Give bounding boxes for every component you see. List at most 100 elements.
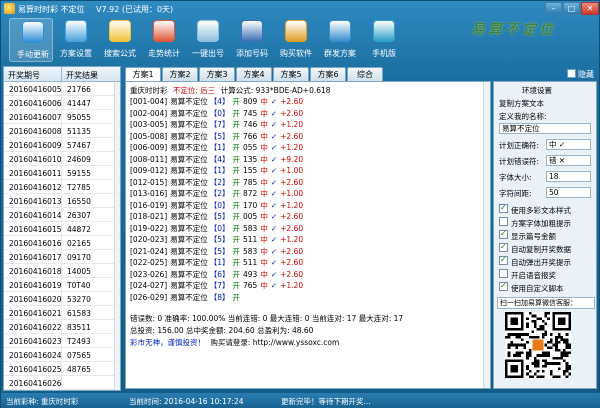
option-label: 显示篇号金额 [511,232,556,241]
record-name: 易算不定位 [170,235,208,244]
tab-4[interactable]: 方案4 [236,67,272,81]
option-checkbox[interactable] [499,229,508,239]
list-item[interactable]: 20160416007 95055 [4,110,120,124]
list-item[interactable]: 20160416008 51135 [4,124,120,138]
list-item[interactable]: 20160416020 53270 [4,292,120,306]
custom-name-field[interactable]: 易算不定位 [499,123,591,134]
record-id: [026-029] [130,292,168,302]
scheme-output-panel[interactable]: 重庆时时彩 不定位: 后三 计算公式: 933*BDE-AD+0.618 [00… [125,81,491,389]
tab-3[interactable]: 方案3 [199,67,235,81]
toolbar-button-3[interactable]: 搜索公式 [97,18,141,62]
toolbar-label: 添加号码 [236,49,268,58]
toolbar-label: 手动更新 [17,50,49,59]
list-item[interactable]: 20160416014 26307 [4,208,120,222]
record-open-label: 开 [232,212,240,221]
buy-link[interactable]: 购买请登录: http://www.yssoxc.com [210,338,339,347]
toolbar-button-7[interactable]: 购买软件 [273,18,317,62]
record-amount: +1.00 [280,166,304,175]
qr-title: 扫一扫加易算微信客服： [497,297,595,309]
record-name: 易算不定位 [170,108,208,118]
record-open-label: 开 [232,246,240,256]
column-header-period[interactable]: 开奖期号 [8,70,40,81]
record-amount: +2.60 [280,258,304,267]
font-size-field[interactable]: 18 [546,171,591,182]
record-id: [024-027] [130,281,168,290]
list-item[interactable]: 20160416023 T2493 [4,334,120,348]
option-checkbox[interactable] [499,269,508,278]
record-line: [009-012] 易算不定位 【1】开 155 中 ✓ +1.00 [130,165,303,176]
cell-divider [61,362,62,376]
list-item[interactable]: 20160416017 09170 [4,250,120,264]
option-checkbox[interactable] [499,255,508,265]
option-checkbox[interactable] [499,281,508,291]
minimize-button[interactable]: – [545,2,562,15]
list-item[interactable]: 20160416005 21766 [4,82,120,96]
tab-7[interactable]: 综合 [347,67,383,81]
record-line: [018-021] 易算不定位 【5】开 005 中 ✓ +2.60 [130,211,303,222]
period-cell: 20160416015 [9,225,62,234]
maximize-icon: □ [567,4,576,13]
output-scrollbar[interactable] [483,82,490,388]
char-width-field[interactable]: 50 [546,187,591,198]
tab-6[interactable]: 方案6 [310,67,346,81]
list-item[interactable]: 20160416018 14005 [4,264,120,278]
record-check-mark: ✓ [270,200,278,210]
list-item[interactable]: 20160416006 41447 [4,96,120,110]
record-id: [019-022] [130,223,168,233]
list-item[interactable]: 20160416013 16550 [4,194,120,208]
list-item[interactable]: 20160416022 83511 [4,320,120,334]
list-item[interactable]: 20160416015 44872 [4,222,120,236]
toolbar-button-5[interactable]: 一键出号 [185,18,229,62]
option-checkbox[interactable] [499,203,508,213]
list-item[interactable]: 20160416012 T2785 [4,180,120,194]
close-button[interactable]: ✕ [581,2,599,15]
list-item[interactable]: 20160416011 59155 [4,166,120,180]
tab-1[interactable]: 方案1 [125,67,161,82]
record-open-label: 开 [232,292,240,302]
record-number: 【5】 [209,235,230,244]
list-scrollbar[interactable] [114,82,120,390]
list-item[interactable]: 20160416009 57467 [4,138,120,152]
status-update: 更新完毕！等待下期开奖... [281,397,371,406]
record-hit: 中 [260,97,268,106]
tab-2[interactable]: 方案2 [162,67,198,81]
toolbar-button-8[interactable]: 群发方案 [317,18,361,62]
list-item[interactable]: 20160416021 61583 [4,306,120,320]
cell-divider [61,264,62,278]
record-hit: 中 [260,246,268,256]
maximize-button[interactable]: □ [563,2,580,15]
result-cell: 26307 [67,211,91,220]
toolbar-button-4[interactable]: 走势统计 [141,18,185,62]
hide-panel-button[interactable]: 隐藏 [567,67,597,81]
list-item[interactable]: 20160416010 24609 [4,152,120,166]
record-number: 【8】 [209,292,230,302]
record-number: 【4】 [209,97,230,106]
record-name: 易算不定位 [170,177,208,187]
toolbar-button-6[interactable]: 添加号码 [229,18,273,62]
cell-divider [61,292,62,306]
record-open-label: 开 [232,154,240,164]
list-item[interactable]: 20160416024 07565 [4,348,120,362]
option-checkbox[interactable] [499,217,508,226]
tab-5[interactable]: 方案5 [273,67,309,81]
list-item[interactable]: 20160416019 T0T40 [4,278,120,292]
miss-symbol-field[interactable]: 错 ✕ [546,155,591,166]
toolbar-button-1[interactable]: 手动更新 [9,18,53,62]
hit-symbol-field[interactable]: 中 ✓ [546,139,591,150]
toolbar-button-2[interactable]: 方案设置 [53,18,97,62]
record-check-mark: ✓ [270,108,278,118]
column-header-result[interactable]: 开奖结果 [66,70,98,81]
toolbar-button-9[interactable]: 手机版 [361,18,405,62]
list-item[interactable]: 20160416026 [4,376,120,390]
title-bar[interactable]: 易算时时彩 不定位 V7.92 (已试用：0天) – □ ✕ [1,1,600,17]
record-line: [023-026] 易算不定位 【6】开 493 中 ✓ +2.60 [130,269,303,280]
option-checkbox[interactable] [499,242,508,252]
record-result: 511 [242,235,258,244]
list-item[interactable]: 20160416025 48765 [4,362,120,376]
record-number: 【2】 [209,177,230,187]
copy-text-label[interactable]: 复制方案文本 [499,98,544,109]
list-item[interactable]: 20160416016 02165 [4,236,120,250]
record-open-label: 开 [232,108,240,118]
toolbar-label: 走势统计 [148,49,180,58]
record-number: 【0】 [209,223,230,233]
